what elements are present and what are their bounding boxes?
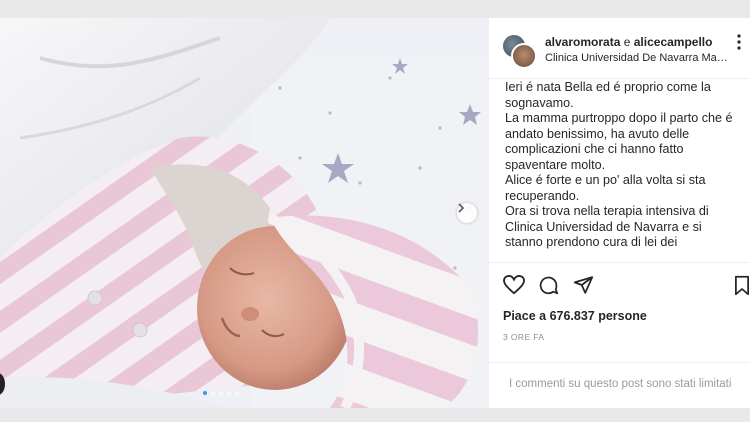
carousel-dot [219, 391, 223, 395]
carousel-dot [235, 391, 239, 395]
post-caption: Ieri é nata Bella ed é proprio come la s… [505, 80, 741, 262]
post-timestamp[interactable]: 3 ORE FA [503, 332, 544, 342]
bookmark-icon[interactable] [734, 275, 750, 301]
carousel-indicator [203, 391, 239, 395]
username-link[interactable]: alicecampello [634, 35, 713, 49]
instagram-post: alvaromorata e alicecampello Clinica Uni… [0, 18, 750, 408]
username-link[interactable]: alvaromorata [545, 35, 620, 49]
post-sidebar: alvaromorata e alicecampello Clinica Uni… [488, 18, 750, 408]
share-icon[interactable] [573, 275, 594, 300]
post-photo[interactable] [0, 18, 488, 408]
collab-avatars[interactable] [501, 33, 537, 69]
post-authors: alvaromorata e alicecampello [545, 35, 712, 49]
comment-icon[interactable] [538, 275, 559, 301]
likes-count[interactable]: Piace a 676.837 persone [503, 309, 647, 323]
post-actions [489, 262, 750, 309]
location-link[interactable]: Clinica Universidad De Navarra Mad... [545, 52, 731, 64]
comments-disabled-text: I commenti su questo post sono stati lim… [509, 378, 732, 390]
caption-paragraph: Ieri é nata Bella ed é proprio come la s… [505, 80, 711, 110]
authors-connector: e [623, 35, 631, 49]
newborn-photo-illustration [0, 18, 488, 408]
caption-paragraph: La mamma purtroppo dopo il parto che é a… [505, 111, 733, 172]
heart-icon[interactable] [503, 274, 525, 300]
carousel-dot [227, 391, 231, 395]
more-options-icon[interactable] [737, 34, 741, 53]
chevron-right-icon [458, 203, 465, 213]
avatar[interactable] [511, 43, 537, 69]
caption-paragraph: Ora si trova nella terapia intensiva di … [505, 204, 709, 249]
carousel-dot [203, 391, 207, 395]
carousel-dot [211, 391, 215, 395]
next-slide-button[interactable] [457, 203, 477, 223]
post-header: alvaromorata e alicecampello Clinica Uni… [489, 18, 750, 79]
comments-disabled-notice: I commenti su questo post sono stati lim… [489, 362, 750, 408]
caption-paragraph: Alice é forte e un po' alla volta si sta… [505, 173, 706, 203]
